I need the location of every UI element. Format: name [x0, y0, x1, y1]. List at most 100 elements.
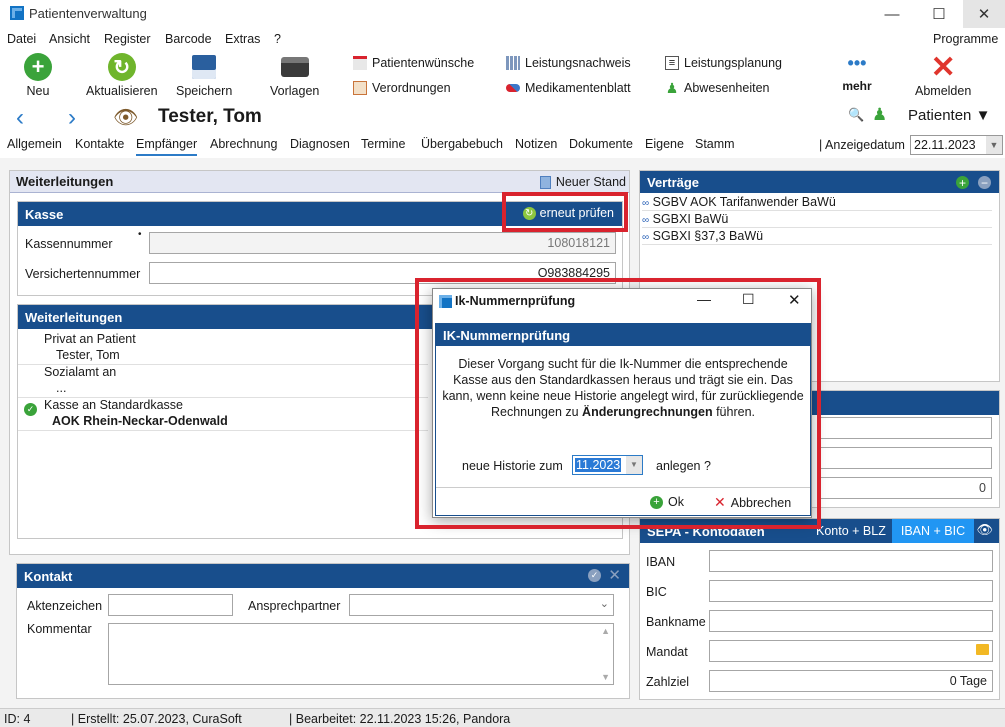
tab-diagnosen[interactable]: Diagnosen	[290, 137, 350, 151]
menu-extras[interactable]: Extras	[225, 32, 260, 46]
menu-register[interactable]: Register	[104, 32, 151, 46]
verordnungen-button[interactable]: Verordnungen	[353, 81, 451, 95]
iban-label: IBAN	[646, 555, 676, 569]
versichertennummer-label: Versichertennummer	[25, 267, 141, 281]
tab-dokumente[interactable]: Dokumente	[569, 137, 633, 151]
chevron-down-icon: ⌄	[599, 598, 609, 610]
vertrag-label: SGBV AOK Tarifanwender BaWü	[652, 195, 836, 209]
tab-eigene[interactable]: Eigene	[645, 137, 684, 151]
check-icon[interactable]: ✓	[588, 569, 601, 582]
kommentar-textarea[interactable]: ▲ ▼	[108, 623, 614, 685]
menu-ansicht[interactable]: Ansicht	[49, 32, 90, 46]
list-item-kasse[interactable]: Kasse an Standardkasse	[44, 398, 183, 412]
status-id: ID: 4	[4, 712, 31, 726]
toolbar: + Neu ↻ Aktualisieren Speichern Vorlagen…	[0, 50, 1005, 104]
anzeigedatum-select[interactable]: 22.11.2023 ▼	[910, 135, 1003, 155]
kasse-title: Kasse	[25, 206, 64, 222]
mehr-label: mehr	[842, 79, 872, 93]
forward-arrow-icon[interactable]: ›	[68, 104, 76, 132]
patientenwuensche-button[interactable]: Patientenwünsche	[353, 56, 474, 70]
remove-icon[interactable]: −	[978, 176, 991, 190]
status-erstellt-text: Erstellt: 25.07.2023, CuraSoft	[77, 712, 242, 726]
status-bearbeitet-text: Bearbeitet: 22.11.2023 15:26, Pandora	[295, 712, 511, 726]
right-middle-field-3[interactable]: 0	[820, 477, 992, 499]
person-icon[interactable]: ♟	[872, 105, 887, 125]
bankname-field[interactable]	[709, 610, 993, 632]
eye-icon[interactable]: 👁	[113, 105, 138, 130]
kontakt-title: Kontakt	[24, 568, 73, 584]
list-item[interactable]: ∞ SGBXI §37,3 BaWü	[642, 229, 992, 245]
menu-barcode[interactable]: Barcode	[165, 32, 212, 46]
list-item-sozialamt-value: ...	[56, 381, 67, 395]
close-icon[interactable]: ✕	[608, 566, 621, 584]
list-item-privat[interactable]: Privat an Patient	[44, 332, 136, 346]
bankname-label: Bankname	[646, 615, 706, 629]
leistungsnachweis-label: Leistungsnachweis	[525, 56, 631, 70]
list-item-sozialamt[interactable]: Sozialamt an	[44, 365, 116, 379]
kassennummer-field[interactable]: 108018121	[149, 232, 616, 254]
leistungsnachweis-button[interactable]: Leistungsnachweis	[506, 56, 631, 70]
list-item[interactable]: ∞ SGBV AOK Tarifanwender BaWü	[642, 195, 992, 211]
bic-field[interactable]	[709, 580, 993, 602]
close-button[interactable]: ✕	[963, 0, 1005, 28]
status-bar: ID: 4 | Erstellt: 25.07.2023, CuraSoft |…	[0, 708, 1005, 727]
app-icon	[10, 6, 24, 20]
vorlagen-button[interactable]: Vorlagen	[270, 52, 319, 98]
aktenzeichen-field[interactable]	[108, 594, 233, 616]
divider	[18, 430, 428, 431]
verordnungen-label: Verordnungen	[372, 81, 451, 95]
tab-empfaenger[interactable]: Empfänger	[136, 137, 198, 156]
sepa-panel: SEPA - Kontodaten Konto + BLZ IBAN + BIC…	[639, 518, 1000, 700]
link-icon: ∞	[642, 215, 650, 226]
patienten-dropdown[interactable]: Patienten ▼	[908, 107, 990, 124]
abwesenheiten-button[interactable]: ♟ Abwesenheiten	[665, 79, 770, 96]
folder-icon[interactable]	[976, 644, 989, 655]
maximize-button[interactable]: ☐	[916, 0, 962, 28]
abmelden-button[interactable]: ✕ Abmelden	[915, 51, 971, 99]
highlight-box-erneut-pruefen	[502, 192, 628, 232]
checklist-icon: ≡	[665, 56, 679, 70]
zahlziel-field[interactable]: 0 Tage	[709, 670, 993, 692]
search-icon[interactable]: 🔍	[848, 107, 864, 123]
menu-programme[interactable]: Programme	[933, 32, 998, 46]
back-arrow-icon[interactable]: ‹	[16, 104, 24, 132]
scroll-down-icon[interactable]: ▼	[601, 672, 610, 682]
tab-notizen[interactable]: Notizen	[515, 137, 557, 151]
vertraege-title: Verträge	[647, 174, 700, 190]
aktualisieren-button[interactable]: ↻ Aktualisieren	[86, 52, 158, 98]
menu-help[interactable]: ?	[274, 32, 281, 46]
tab-stamm[interactable]: Stamm	[695, 137, 735, 151]
pill-icon	[506, 84, 520, 92]
navigation-bar: ‹ › 👁 Tester, Tom 🔍 ♟ Patienten ▼	[0, 104, 1005, 132]
mandat-field[interactable]	[709, 640, 993, 662]
refresh-icon: ↻	[106, 52, 138, 82]
iban-field[interactable]	[709, 550, 993, 572]
iban-bic-toggle[interactable]: IBAN + BIC	[892, 519, 974, 543]
speichern-button[interactable]: Speichern	[176, 52, 232, 98]
dropdown-arrow-icon: ▼	[986, 136, 1002, 154]
weiterleitungen-panel-header: Weiterleitungen	[10, 171, 629, 193]
list-item[interactable]: ∞ SGBXI BaWü	[642, 212, 992, 228]
tab-uebergabebuch[interactable]: Übergabebuch	[421, 137, 503, 151]
right-middle-field-1[interactable]	[820, 417, 992, 439]
documents-icon	[539, 175, 551, 189]
tab-termine[interactable]: Termine	[361, 137, 405, 151]
eye-icon[interactable]: 👁	[976, 522, 993, 538]
tab-abrechnung[interactable]: Abrechnung	[210, 137, 277, 151]
medikamentenblatt-button[interactable]: Medikamentenblatt	[506, 81, 631, 95]
tab-kontakte[interactable]: Kontakte	[75, 137, 124, 151]
leistungsplanung-button[interactable]: ≡ Leistungsplanung	[665, 56, 782, 70]
neu-button[interactable]: + Neu	[22, 52, 54, 98]
add-icon[interactable]: +	[956, 176, 969, 190]
minimize-button[interactable]: —	[869, 0, 915, 28]
menu-datei[interactable]: Datei	[7, 32, 36, 46]
konto-blz-toggle[interactable]: Konto + BLZ	[816, 524, 886, 538]
person-absent-icon: ♟	[665, 79, 679, 96]
mehr-button[interactable]: ••• mehr	[841, 52, 873, 94]
tab-allgemein[interactable]: Allgemein	[7, 137, 62, 151]
anzeigedatum-value: 22.11.2023	[914, 138, 976, 152]
ansprechpartner-select[interactable]: ⌄	[349, 594, 614, 616]
right-middle-field-2[interactable]	[820, 447, 992, 469]
scroll-up-icon[interactable]: ▲	[601, 626, 610, 636]
neuer-stand-button[interactable]: Neuer Stand	[539, 175, 626, 189]
